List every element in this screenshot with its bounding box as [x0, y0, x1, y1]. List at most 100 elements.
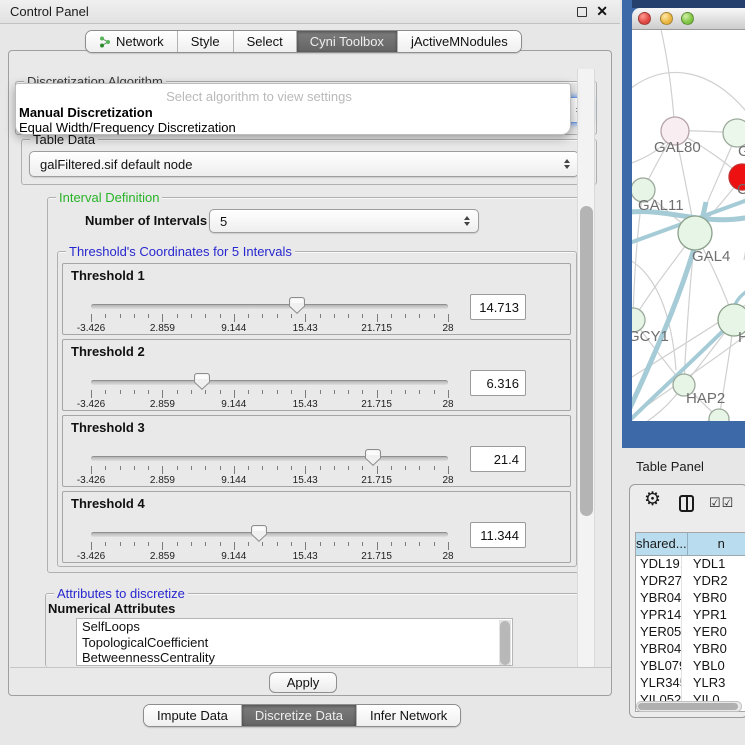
minimize-traffic-light-icon[interactable] [660, 12, 673, 25]
gear-icon[interactable]: ⚙ [644, 490, 661, 509]
network-view-canvas[interactable]: GAL80GCGAL11GAL4GCY1HHAP2 [632, 30, 745, 421]
scrollbar-thumb[interactable] [500, 621, 510, 665]
tab-label: Network [116, 34, 164, 49]
cyni-toolbox-panel: Discretization Algorithm Table Data galF… [8, 50, 612, 696]
threshold-label: Threshold 4 [71, 496, 145, 511]
threshold-value-field[interactable]: 21.4 [470, 446, 526, 472]
slider-ticks [91, 466, 448, 475]
slider-thumb[interactable] [194, 373, 210, 390]
table-row[interactable]: YBL079WYBL0 [636, 658, 745, 675]
scrollbar-thumb[interactable] [580, 206, 593, 516]
cell-name: YDR2 [682, 573, 745, 590]
cell-shared-name: YER054C [636, 624, 682, 641]
network-edge [632, 72, 745, 116]
slider-track[interactable] [91, 456, 448, 461]
tab-impute-data[interactable]: Impute Data [144, 705, 242, 726]
tab-discretize-data[interactable]: Discretize Data [242, 705, 357, 726]
cell-shared-name: YBR043C [636, 590, 682, 607]
threshold-panel-1: Threshold 1-3.4262.8599.14415.4321.71528… [62, 263, 571, 335]
table-header-row: shared... n [636, 533, 745, 556]
threshold-value-field[interactable]: 14.713 [470, 294, 526, 320]
tab-label: Infer Network [370, 708, 447, 723]
slider-track[interactable] [91, 380, 448, 385]
tab-label: Select [247, 34, 283, 49]
cell-shared-name: YLR345W [636, 675, 682, 692]
attribute-list-item[interactable]: SelfLoops [77, 619, 512, 635]
slider-track[interactable] [91, 532, 448, 537]
popup-option-equal-width-frequency[interactable]: Equal Width/Frequency Discretization [19, 120, 236, 135]
cell-name: YER0 [682, 624, 745, 641]
threshold-value-field[interactable]: 11.344 [470, 522, 526, 548]
tab-label: Cyni Toolbox [310, 34, 384, 49]
slider-thumb[interactable] [251, 525, 267, 542]
zoom-traffic-light-icon[interactable] [681, 12, 694, 25]
column-header-shared[interactable]: shared... [636, 533, 688, 556]
panel-title: Control Panel [10, 4, 89, 19]
slider-track[interactable] [91, 304, 448, 309]
network-window-titlebar[interactable] [632, 8, 745, 30]
control-panel-tabs: Network Style Select Cyni Toolbox jActiveMNo… [85, 30, 522, 53]
tab-label: jActiveMNodules [411, 34, 508, 49]
close-traffic-light-icon[interactable] [638, 12, 651, 25]
columns-icon[interactable] [679, 495, 694, 512]
attribute-list-item[interactable]: BetweennessCentrality [77, 650, 512, 666]
table-row[interactable]: YDR27...YDR2 [636, 573, 745, 590]
table-row[interactable]: YDL19...YDL1 [636, 556, 745, 573]
cell-name: YBR0 [682, 641, 745, 658]
window-frame-top [632, 0, 745, 8]
popup-option-manual-discretization[interactable]: Manual Discretization [19, 105, 153, 120]
table-data-value: galFiltered.sif default node [40, 157, 192, 172]
numerical-attributes-list[interactable]: SelfLoopsTopologicalCoefficientBetweenne… [76, 618, 513, 666]
threshold-value-field[interactable]: 6.316 [470, 370, 526, 396]
slider-tick-labels: -3.4262.8599.14415.4321.71528 [91, 475, 448, 487]
group-label: Interval Definition [56, 190, 162, 205]
threshold-label: Threshold 3 [71, 420, 145, 435]
node-label: GAL11 [638, 197, 684, 214]
threshold-panel-4: Threshold 4 -3.4262.8599.14415.4321.71528… [62, 491, 571, 563]
tab-cyni-toolbox[interactable]: Cyni Toolbox [297, 31, 398, 52]
float-window-icon[interactable] [577, 7, 587, 17]
tab-select[interactable]: Select [234, 31, 297, 52]
number-of-intervals-combobox[interactable]: 5 [209, 209, 479, 233]
cell-name: YBL0 [682, 658, 745, 675]
table-horizontal-scrollbar[interactable] [636, 701, 742, 712]
threshold-panel-2: Threshold 2-3.4262.8599.14415.4321.71528… [62, 339, 571, 411]
checkbox-icons[interactable]: ☑☑ [709, 495, 734, 511]
table-row[interactable]: YBR043CYBR0 [636, 590, 745, 607]
slider-tick-labels: -3.4262.8599.14415.4321.71528 [91, 551, 448, 563]
close-icon[interactable]: ✕ [596, 3, 608, 20]
cell-shared-name: YDR27... [636, 573, 682, 590]
settings-scrollbar[interactable] [577, 69, 595, 667]
network-node[interactable] [678, 216, 712, 250]
scrollbar-thumb[interactable] [638, 703, 738, 710]
slider-ticks [91, 390, 448, 399]
attribute-list-item[interactable]: TopologicalCoefficient [77, 635, 512, 651]
group-label: Threshold's Coordinates for 5 Intervals [66, 244, 295, 259]
group-label: Attributes to discretize [54, 586, 188, 601]
network-node[interactable] [709, 409, 729, 421]
table-row[interactable]: YLR345WYLR3 [636, 675, 745, 692]
table-row[interactable]: YBR045CYBR0 [636, 641, 745, 658]
table-row[interactable]: YPR145WYPR1 [636, 607, 745, 624]
table-row[interactable]: YER054CYER0 [636, 624, 745, 641]
column-header-name[interactable]: n [688, 533, 745, 556]
network-edge [660, 30, 675, 131]
tab-style[interactable]: Style [178, 31, 234, 52]
table-data-combobox[interactable]: galFiltered.sif default node [29, 151, 579, 177]
tab-infer-network[interactable]: Infer Network [357, 705, 460, 726]
apply-button[interactable]: Apply [269, 672, 337, 693]
cell-shared-name: YPR145W [636, 607, 682, 624]
tab-network[interactable]: Network [86, 31, 178, 52]
slider-thumb[interactable] [289, 297, 305, 314]
slider-tick-labels: -3.4262.8599.14415.4321.71528 [91, 399, 448, 411]
node-label: H [738, 329, 745, 346]
cell-name: YPR1 [682, 607, 745, 624]
tab-label: Impute Data [157, 708, 228, 723]
list-scrollbar[interactable] [499, 620, 511, 666]
table-body: YDL19...YDL1YDR27...YDR2YBR043CYBR0YPR14… [636, 556, 745, 709]
slider-thumb[interactable] [365, 449, 381, 466]
tab-jactivemnodules[interactable]: jActiveMNodules [398, 31, 521, 52]
separator [10, 667, 611, 668]
threshold-panel-3: Threshold 3 -3.4262.8599.14415.4321.71528… [62, 415, 571, 487]
node-label: GAL80 [654, 139, 701, 156]
